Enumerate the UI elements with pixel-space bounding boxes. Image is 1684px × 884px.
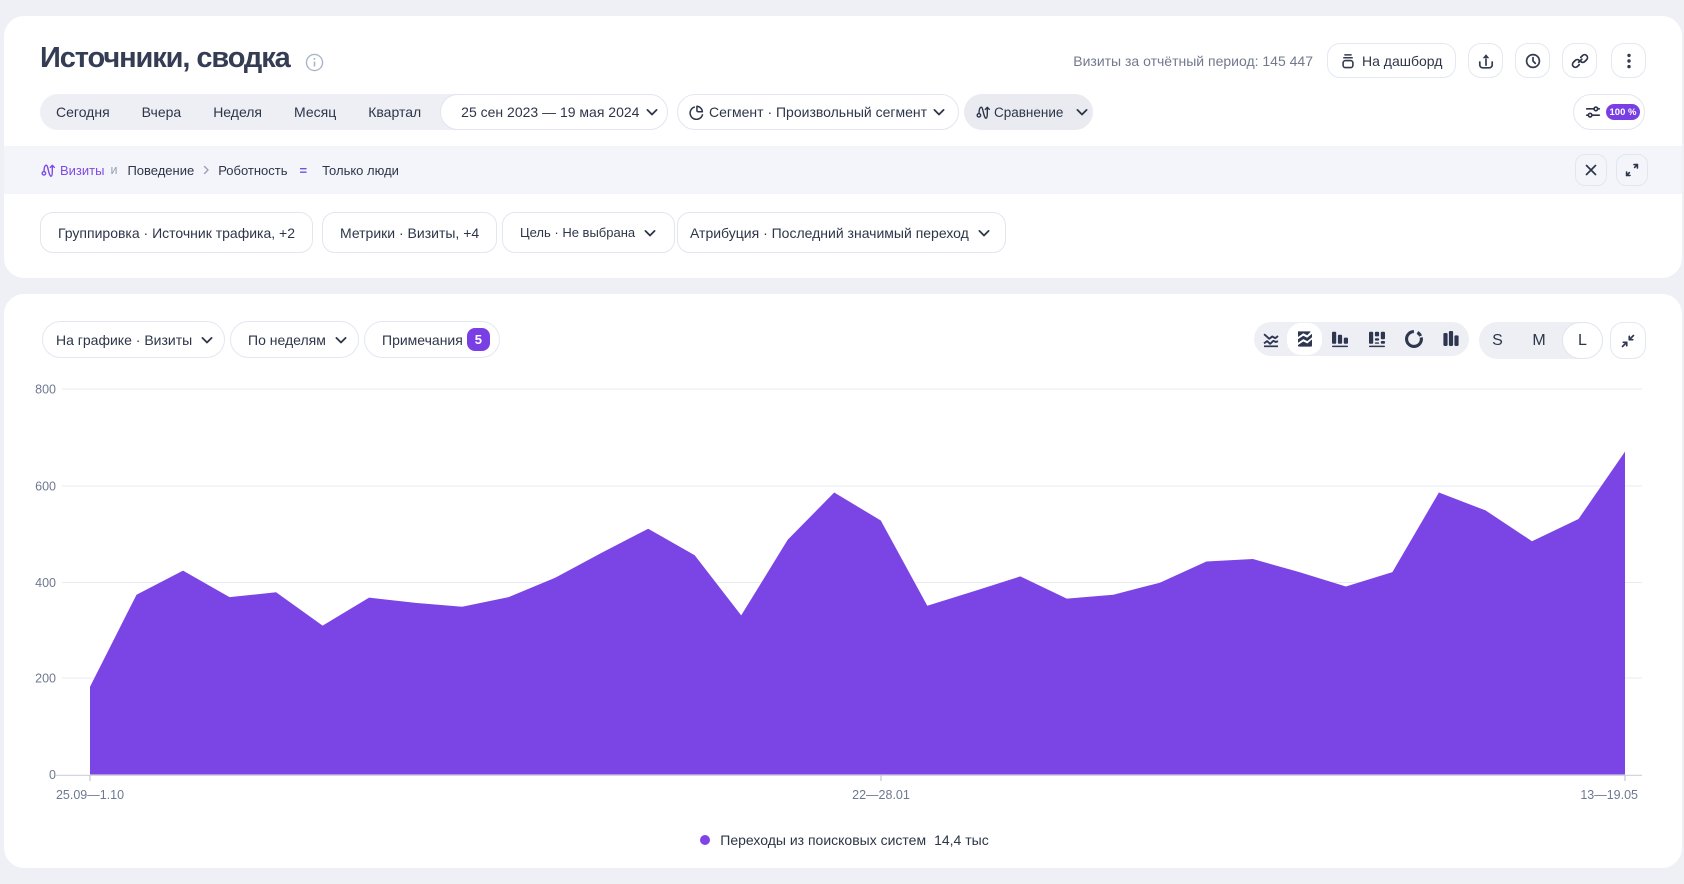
- svg-text:600: 600: [35, 480, 56, 494]
- svg-text:800: 800: [35, 383, 56, 397]
- svg-text:13—19.05: 13—19.05: [1580, 788, 1638, 802]
- svg-text:0: 0: [49, 768, 56, 782]
- svg-text:400: 400: [35, 576, 56, 590]
- svg-text:25.09—1.10: 25.09—1.10: [56, 788, 124, 802]
- svg-text:22—28.01: 22—28.01: [852, 788, 910, 802]
- svg-text:200: 200: [35, 672, 56, 686]
